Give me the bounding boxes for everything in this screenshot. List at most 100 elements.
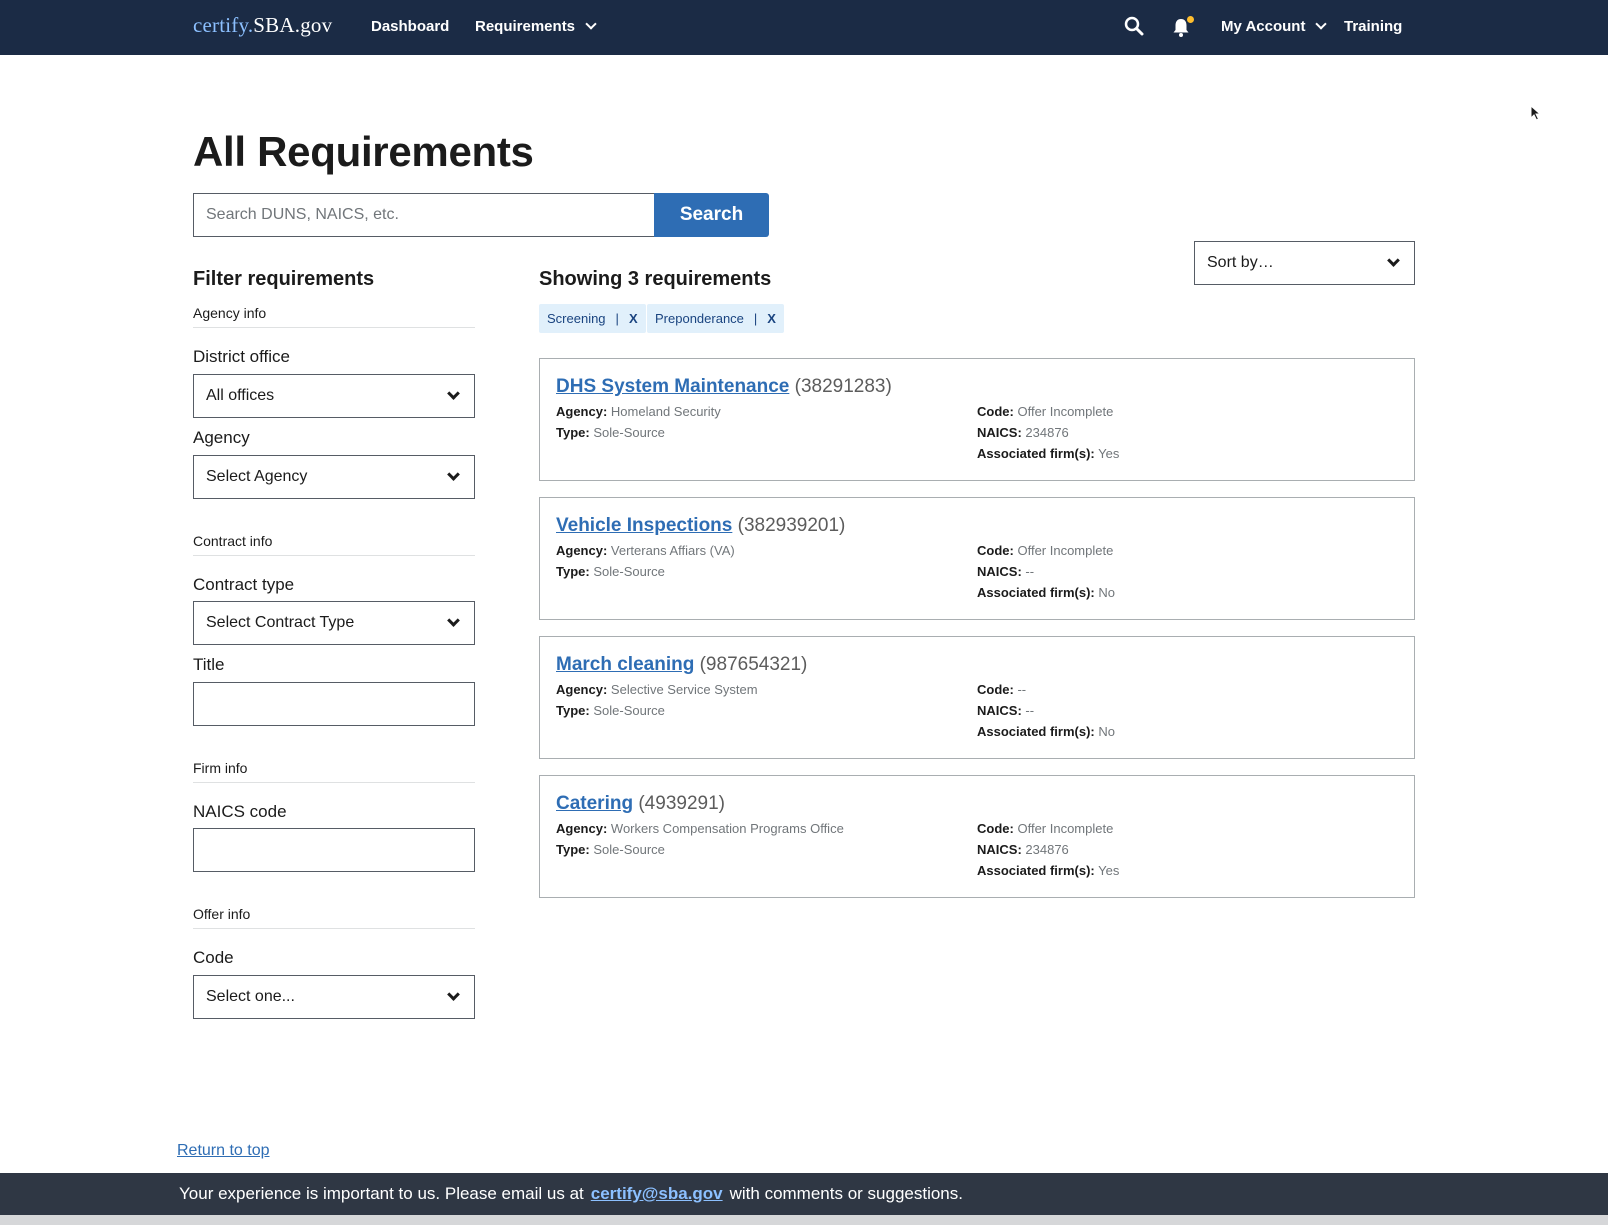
requirement-title: March cleaning (987654321) — [556, 654, 807, 676]
requirement-card: March cleaning (987654321) Agency: Selec… — [539, 636, 1415, 759]
remove-filter-button[interactable]: X — [767, 311, 776, 326]
agency-field: Agency: Selective Service System — [556, 682, 758, 697]
tag-separator: | — [615, 311, 619, 326]
filter-tag-screening: Screening | X — [539, 304, 646, 333]
results-count: Showing 3 requirements — [539, 268, 772, 290]
agency-label: Agency — [193, 428, 250, 447]
type-field: Type: Sole-Source — [556, 564, 665, 579]
footer-message-before: Your experience is important to us. Plea… — [179, 1184, 584, 1203]
naics-field: NAICS: -- — [977, 703, 1035, 718]
associated-firms-field: Associated firm(s): Yes — [977, 863, 1120, 878]
title-label: Title — [193, 655, 225, 674]
notification-dot — [1187, 16, 1194, 23]
nav-training-label: Training — [1344, 18, 1403, 35]
requirement-number: (382939201) — [737, 515, 846, 536]
tag-separator: | — [753, 311, 758, 326]
filter-tag-label: Screening — [547, 311, 606, 326]
requirement-title: Catering (4939291) — [556, 793, 725, 815]
footer-message-after: with comments or suggestions. — [729, 1184, 963, 1203]
search-button[interactable]: Search — [654, 193, 769, 237]
sort-value: Sort by… — [1207, 254, 1274, 271]
agency-field: Agency: Workers Compensation Programs Of… — [556, 821, 844, 836]
type-field: Type: Sole-Source — [556, 842, 665, 857]
filter-tag-preponderance: Preponderance | X — [647, 304, 784, 333]
chevron-down-icon — [447, 467, 460, 481]
code-field: Code: Offer Incomplete — [977, 543, 1114, 558]
district-office-value: All offices — [206, 387, 275, 404]
associated-firms-field: Associated firm(s): Yes — [977, 446, 1120, 461]
associated-firms-field: Associated firm(s): No — [977, 724, 1115, 739]
chevron-down-icon — [585, 18, 597, 30]
type-field: Type: Sole-Source — [556, 703, 665, 718]
logo-certify: certify. — [193, 13, 254, 37]
naics-code-label: NAICS code — [193, 802, 287, 821]
section-contract-info: Contract info — [193, 533, 475, 556]
page-title: All Requirements — [193, 128, 534, 175]
agency-field: Agency: Verterans Affiars (VA) — [556, 543, 735, 558]
naics-field: NAICS: 234876 — [977, 842, 1069, 857]
naics-field: NAICS: -- — [977, 564, 1035, 579]
bell-icon[interactable] — [1172, 16, 1194, 38]
chevron-down-icon — [447, 987, 460, 1001]
site-logo[interactable]: certify.SBA.gov — [193, 13, 332, 38]
nav-dashboard-label: Dashboard — [371, 18, 450, 35]
chevron-down-icon — [447, 386, 460, 400]
code-field: Code: Offer Incomplete — [977, 404, 1114, 419]
code-field: Code: Offer Incomplete — [977, 821, 1114, 836]
nav-training[interactable]: Training — [1344, 18, 1402, 35]
code-select[interactable]: Select one... — [193, 975, 475, 1019]
filter-tag-label: Preponderance — [655, 311, 744, 326]
contract-type-label: Contract type — [193, 575, 295, 594]
nav-my-account-label: My Account — [1221, 18, 1306, 35]
bottom-strip — [0, 1215, 1608, 1225]
naics-code-field[interactable] — [193, 828, 475, 872]
requirement-card: DHS System Maintenance (38291283) Agency… — [539, 358, 1415, 481]
chevron-down-icon — [447, 613, 460, 627]
requirement-card: Vehicle Inspections (382939201) Agency: … — [539, 497, 1415, 620]
agency-field: Agency: Homeland Security — [556, 404, 721, 419]
title-field[interactable] — [193, 682, 475, 726]
requirement-number: (38291283) — [794, 376, 892, 397]
remove-filter-button[interactable]: X — [629, 311, 638, 326]
requirement-link[interactable]: Catering — [556, 793, 633, 814]
requirement-title: Vehicle Inspections (382939201) — [556, 515, 845, 537]
feedback-footer: Your experience is important to us. Plea… — [0, 1173, 1608, 1215]
search-input[interactable] — [193, 193, 654, 237]
chevron-down-icon — [1387, 253, 1400, 267]
code-value: Select one... — [206, 988, 295, 1005]
associated-firms-field: Associated firm(s): No — [977, 585, 1115, 600]
requirement-title: DHS System Maintenance (38291283) — [556, 376, 892, 398]
return-to-top-link[interactable]: Return to top — [177, 1142, 270, 1160]
nav-requirements[interactable]: Requirements — [475, 18, 597, 35]
section-offer-info: Offer info — [193, 906, 475, 929]
search-icon[interactable] — [1124, 16, 1146, 38]
top-navigation: certify.SBA.gov Dashboard Requirements M… — [0, 0, 1608, 55]
naics-field: NAICS: 234876 — [977, 425, 1069, 440]
sort-select[interactable]: Sort by… — [1194, 241, 1415, 285]
agency-select[interactable]: Select Agency — [193, 455, 475, 499]
requirement-link[interactable]: March cleaning — [556, 654, 694, 675]
filter-title: Filter requirements — [193, 268, 375, 290]
logo-sba: SBA.gov — [253, 13, 333, 37]
code-label: Code — [193, 948, 234, 967]
requirement-number: (987654321) — [699, 654, 808, 675]
nav-requirements-label: Requirements — [475, 18, 576, 35]
section-firm-info: Firm info — [193, 760, 475, 783]
district-office-select[interactable]: All offices — [193, 374, 475, 418]
type-field: Type: Sole-Source — [556, 425, 665, 440]
footer-email-link[interactable]: certify@sba.gov — [591, 1184, 723, 1204]
requirement-number: (4939291) — [638, 793, 725, 814]
nav-dashboard[interactable]: Dashboard — [371, 18, 449, 35]
district-office-label: District office — [193, 347, 290, 366]
requirement-link[interactable]: Vehicle Inspections — [556, 515, 732, 536]
requirement-card: Catering (4939291) Agency: Workers Compe… — [539, 775, 1415, 898]
contract-type-select[interactable]: Select Contract Type — [193, 601, 475, 645]
agency-value: Select Agency — [206, 468, 308, 485]
requirement-link[interactable]: DHS System Maintenance — [556, 376, 789, 397]
chevron-down-icon — [1315, 18, 1328, 30]
contract-type-value: Select Contract Type — [206, 614, 355, 631]
section-agency-info: Agency info — [193, 305, 475, 328]
nav-my-account[interactable]: My Account — [1221, 18, 1328, 35]
code-field: Code: -- — [977, 682, 1027, 697]
mouse-cursor-icon — [1530, 105, 1542, 121]
